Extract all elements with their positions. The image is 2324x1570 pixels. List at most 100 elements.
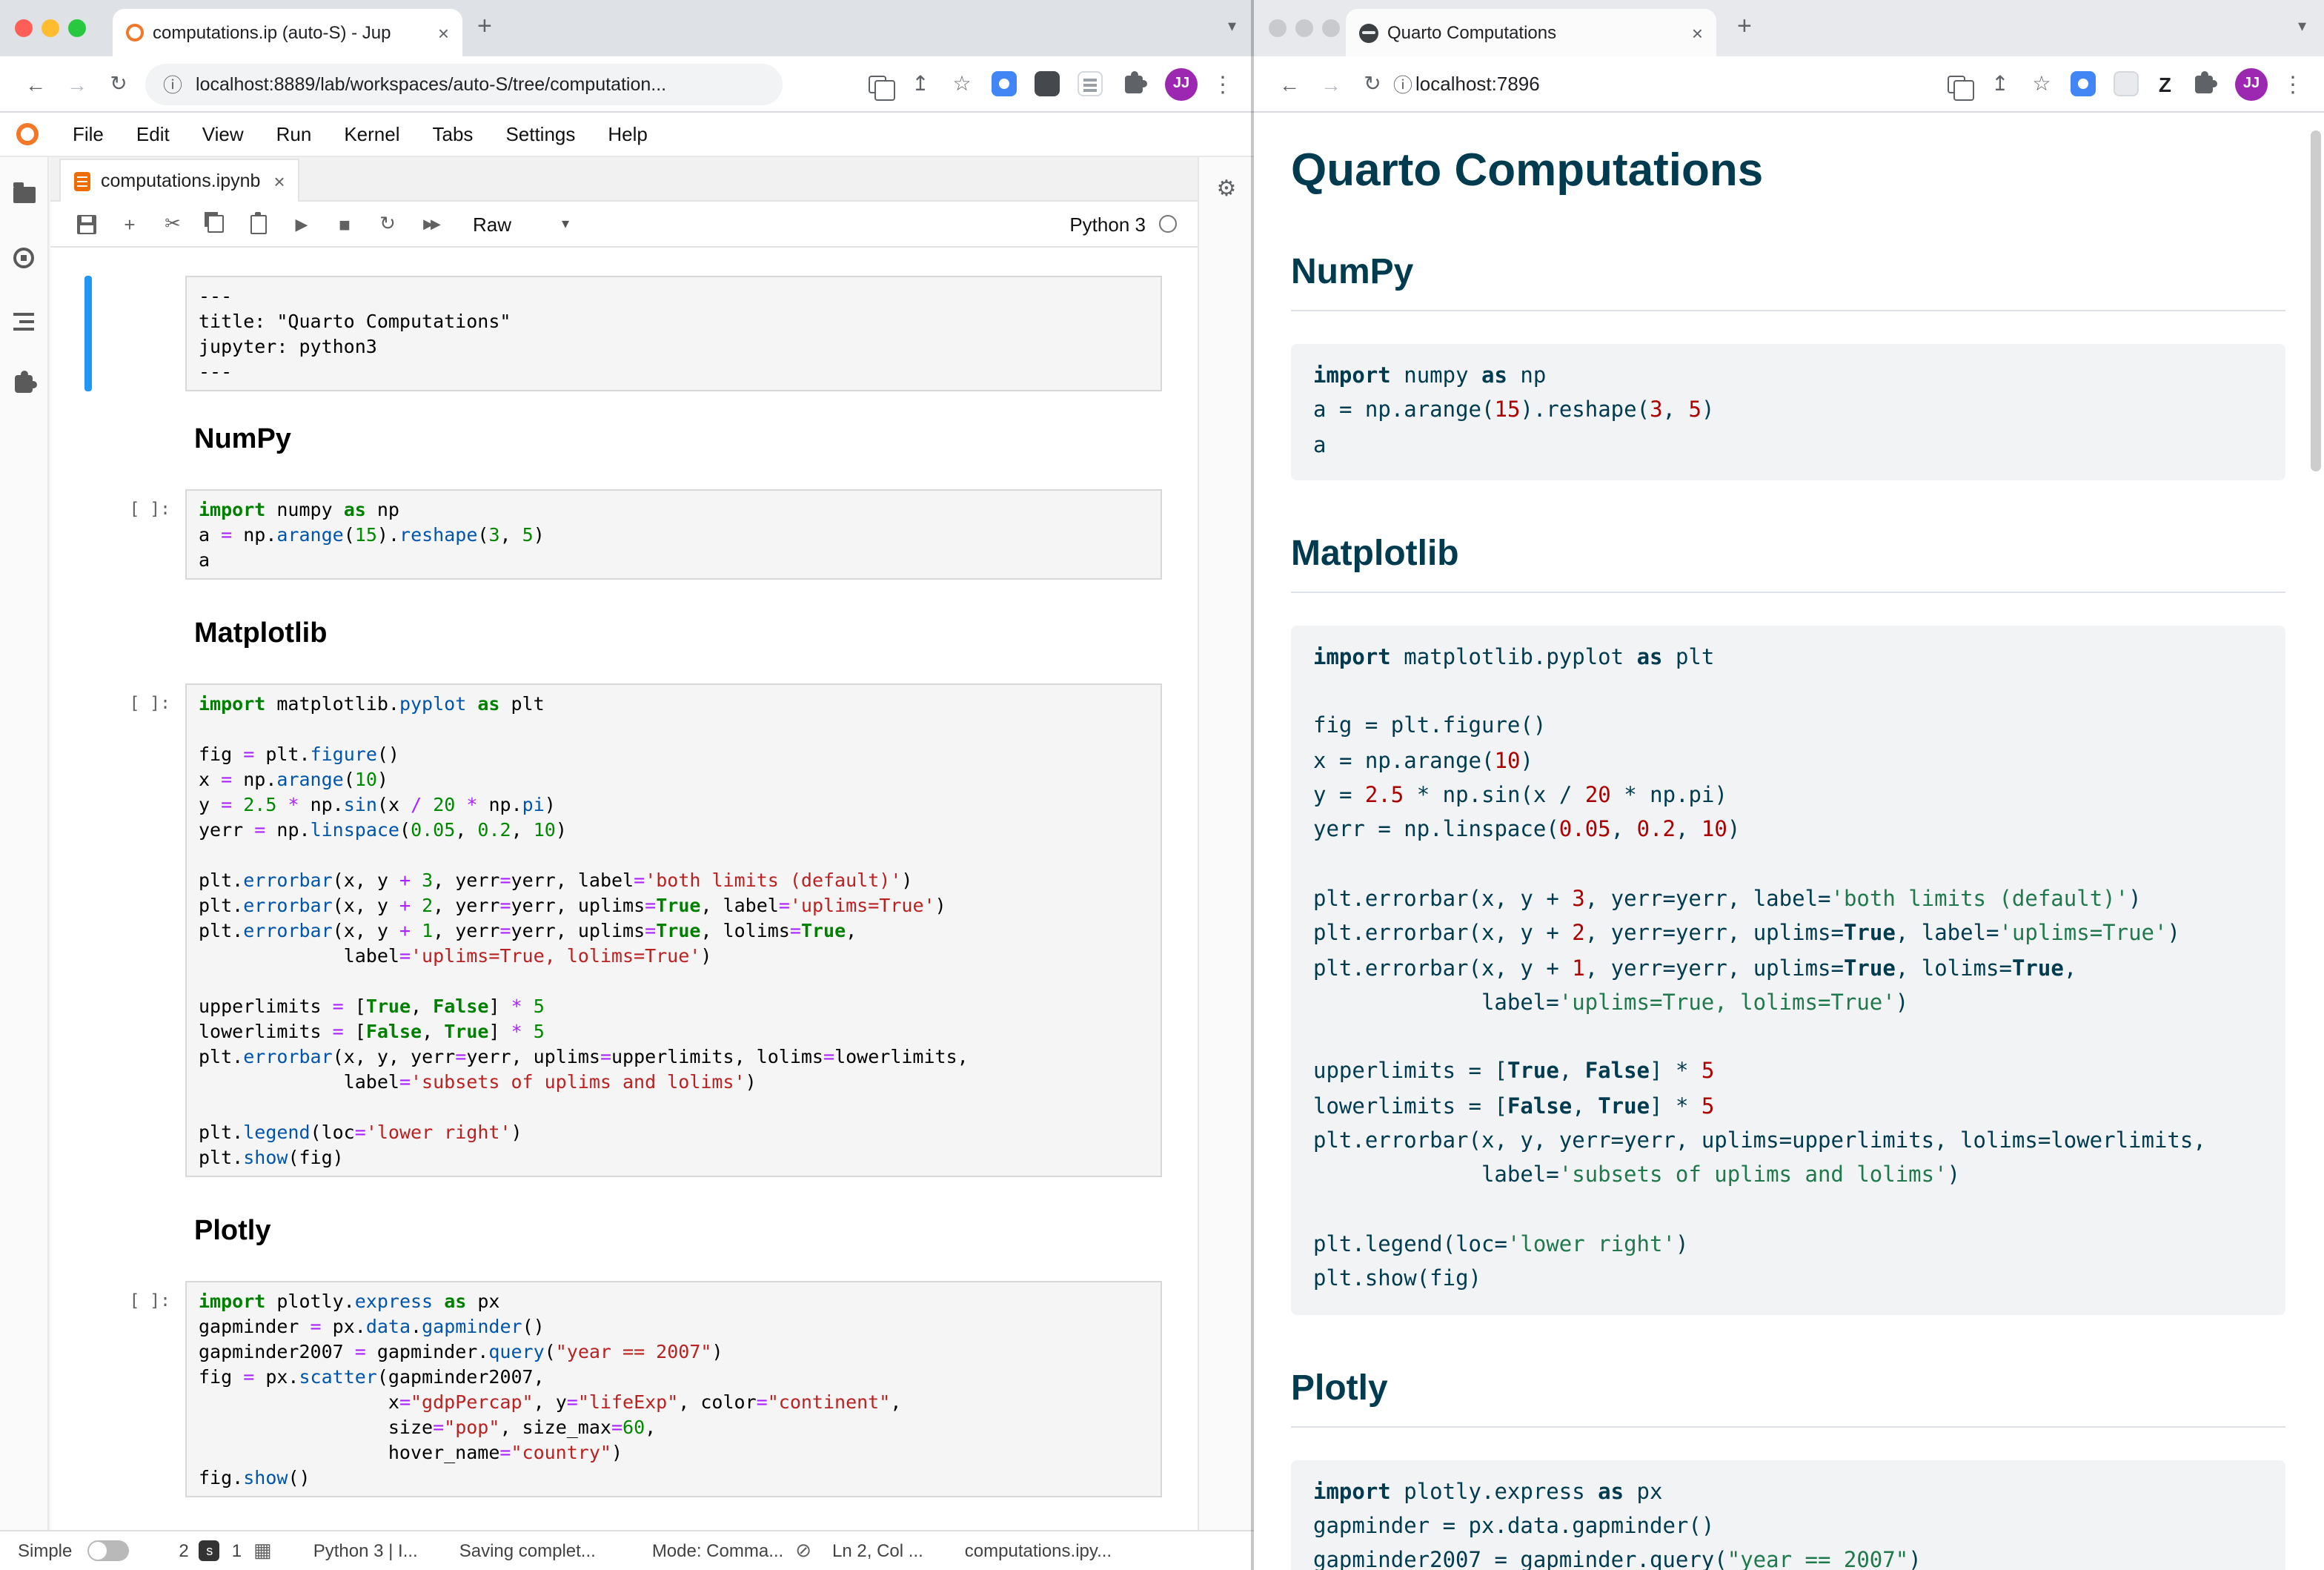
site-info-icon[interactable]: ⓘ bbox=[1393, 70, 1412, 98]
notebook-toolbar: + ✂ ▶ ■ ↻ ▶▶ Raw ▾ Python 3 bbox=[50, 202, 1198, 248]
browser-tab-jupyterlab[interactable]: computations.ip (auto-S) - Jup × bbox=[113, 9, 462, 56]
zoom-window-button[interactable] bbox=[1322, 19, 1340, 37]
file-browser-icon[interactable] bbox=[13, 187, 35, 203]
extension-camera-icon[interactable] bbox=[2071, 71, 2096, 96]
kernel-indicator[interactable]: Python 3 bbox=[1069, 213, 1198, 235]
close-window-button[interactable] bbox=[15, 19, 33, 37]
browser-menu-icon[interactable]: ⋮ bbox=[1206, 70, 1239, 97]
extension-manager-icon[interactable] bbox=[15, 375, 33, 393]
forward-icon[interactable]: → bbox=[1310, 72, 1352, 96]
restart-kernel-icon[interactable]: ↻ bbox=[366, 212, 409, 236]
jupyter-favicon-icon bbox=[126, 24, 144, 42]
browser-action-icons: ↥ ☆ Z JJ ⋮ bbox=[1935, 67, 2309, 100]
profile-avatar[interactable]: JJ bbox=[1165, 67, 1198, 100]
close-window-button[interactable] bbox=[1269, 19, 1286, 37]
open-in-new-icon[interactable] bbox=[1948, 75, 1966, 93]
cell-prompt-empty bbox=[50, 276, 185, 391]
extension-dark-icon[interactable] bbox=[1035, 71, 1060, 96]
run-cell-icon[interactable]: ▶ bbox=[280, 214, 323, 233]
raw-cell[interactable]: ---title: "Quarto Computations"jupyter: … bbox=[50, 276, 1162, 391]
matplotlib-cell-editor[interactable]: import matplotlib.pyplot as plt fig = pl… bbox=[185, 683, 1162, 1177]
menu-edit[interactable]: Edit bbox=[120, 123, 186, 145]
cell-prompt: [ ]: bbox=[50, 1281, 185, 1497]
code-cell-plotly[interactable]: [ ]: import plotly.express as pxgapminde… bbox=[50, 1281, 1162, 1497]
forward-icon[interactable]: → bbox=[56, 72, 98, 96]
browser-tab-quarto[interactable]: Quarto Computations × bbox=[1346, 9, 1716, 56]
menu-file[interactable]: File bbox=[56, 123, 120, 145]
tab-list-chevron-icon[interactable]: ▾ bbox=[2298, 16, 2306, 36]
code-block-numpy: import numpy as npa = np.arange(15).resh… bbox=[1291, 344, 2285, 480]
new-tab-button[interactable]: + bbox=[1737, 12, 1752, 42]
browser-action-icons: ↥ ☆ JJ ⋮ bbox=[855, 67, 1239, 100]
interrupt-kernel-icon[interactable]: ■ bbox=[323, 213, 366, 235]
restart-run-all-icon[interactable]: ▶▶ bbox=[409, 216, 452, 232]
table-of-contents-icon[interactable] bbox=[13, 313, 34, 331]
raw-cell-editor[interactable]: ---title: "Quarto Computations"jupyter: … bbox=[185, 276, 1162, 391]
address-bar[interactable]: ⓘ localhost:8889/lab/workspaces/auto-S/t… bbox=[145, 63, 783, 105]
save-icon[interactable] bbox=[65, 214, 108, 233]
bookmark-star-icon[interactable]: ☆ bbox=[941, 71, 983, 96]
menu-run[interactable]: Run bbox=[260, 123, 328, 145]
simple-mode-label: Simple bbox=[18, 1540, 72, 1561]
code-cell-numpy[interactable]: [ ]: import numpy as npa = np.arange(15)… bbox=[50, 489, 1162, 580]
simple-mode-toggle[interactable] bbox=[87, 1540, 128, 1561]
right-browser-toolbar: ← → ↻ ⓘ localhost:7896 ↥ ☆ Z JJ ⋮ bbox=[1254, 56, 2324, 113]
zoom-window-button[interactable] bbox=[68, 19, 86, 37]
plotly-cell-editor[interactable]: import plotly.express as pxgapminder = p… bbox=[185, 1281, 1162, 1497]
reload-icon[interactable]: ↻ bbox=[98, 71, 139, 96]
reload-icon[interactable]: ↻ bbox=[1352, 71, 1393, 96]
markdown-heading-plotly: Plotly bbox=[194, 1216, 1162, 1248]
copy-cells-icon[interactable] bbox=[194, 215, 237, 233]
section-numpy: NumPy import numpy as npa = np.arange(15… bbox=[1291, 252, 2285, 480]
back-icon[interactable]: ← bbox=[15, 72, 56, 96]
kernel-status[interactable]: Python 3 | I... bbox=[313, 1540, 418, 1561]
extensions-puzzle-icon[interactable] bbox=[1125, 75, 1143, 93]
notebook-panel: computations.ipynb × + ✂ ▶ ■ ↻ ▶▶ Raw bbox=[50, 157, 1198, 1530]
close-notebook-tab-icon[interactable]: × bbox=[273, 170, 285, 192]
close-tab-icon[interactable]: × bbox=[1692, 21, 1703, 44]
numpy-cell-editor[interactable]: import numpy as npa = np.arange(15).resh… bbox=[185, 489, 1162, 580]
tab-list-chevron-icon[interactable]: ▾ bbox=[1228, 16, 1236, 36]
notebook-tab[interactable]: computations.ipynb × bbox=[59, 159, 300, 202]
running-sessions-icon[interactable] bbox=[13, 248, 34, 268]
cursor-position[interactable]: Ln 2, Col ... bbox=[832, 1540, 923, 1561]
menu-tabs[interactable]: Tabs bbox=[416, 123, 490, 145]
menu-settings[interactable]: Settings bbox=[489, 123, 591, 145]
cell-prompt: [ ]: bbox=[50, 683, 185, 1177]
scrollbar[interactable] bbox=[2311, 130, 2321, 471]
extension-gray-icon[interactable] bbox=[2114, 71, 2139, 96]
menu-kernel[interactable]: Kernel bbox=[328, 123, 416, 145]
minimize-window-button[interactable] bbox=[1295, 19, 1313, 37]
close-tab-icon[interactable]: × bbox=[438, 21, 449, 44]
bookmark-star-icon[interactable]: ☆ bbox=[2021, 71, 2062, 96]
url-text[interactable]: localhost:7896 bbox=[1415, 73, 1540, 95]
code-cell-matplotlib[interactable]: [ ]: import matplotlib.pyplot as plt fig… bbox=[50, 683, 1162, 1177]
cut-cells-icon[interactable]: ✂ bbox=[151, 212, 194, 236]
extension-camera-icon[interactable] bbox=[992, 71, 1017, 96]
window-quarto-preview: Quarto Computations × + ▾ ← → ↻ ⓘ localh… bbox=[1254, 0, 2324, 1570]
share-icon[interactable]: ↥ bbox=[1979, 71, 2021, 96]
notebook-file-icon bbox=[74, 171, 90, 191]
profile-avatar[interactable]: JJ bbox=[2235, 67, 2268, 100]
extensions-puzzle-icon[interactable] bbox=[2195, 75, 2213, 93]
add-cell-icon[interactable]: + bbox=[108, 213, 151, 235]
url-text: localhost:8889/lab/workspaces/auto-S/tre… bbox=[196, 73, 666, 94]
extension-doc-icon[interactable] bbox=[1078, 71, 1103, 96]
browser-menu-icon[interactable]: ⋮ bbox=[2277, 70, 2309, 97]
zotero-extension-icon[interactable]: Z bbox=[2159, 72, 2171, 96]
kernel-count[interactable]: 1 bbox=[232, 1540, 242, 1561]
menu-view[interactable]: View bbox=[186, 123, 260, 145]
cell-type-dropdown[interactable]: Raw ▾ bbox=[473, 213, 569, 235]
terminal-count[interactable]: 2 bbox=[179, 1540, 188, 1561]
paste-cells-icon[interactable] bbox=[237, 214, 280, 233]
share-icon[interactable]: ↥ bbox=[900, 71, 941, 96]
minimize-window-button[interactable] bbox=[42, 19, 59, 37]
property-inspector-gear-icon[interactable]: ⚙ bbox=[1217, 175, 1237, 1530]
kernel-name: Python 3 bbox=[1069, 213, 1146, 235]
back-icon[interactable]: ← bbox=[1269, 72, 1310, 96]
menu-help[interactable]: Help bbox=[591, 123, 664, 145]
open-in-new-icon[interactable] bbox=[869, 75, 886, 93]
new-tab-button[interactable]: + bbox=[477, 12, 492, 42]
kernel-sessions-icon: ▦ bbox=[253, 1539, 272, 1563]
site-info-icon[interactable]: ⓘ bbox=[163, 70, 182, 98]
